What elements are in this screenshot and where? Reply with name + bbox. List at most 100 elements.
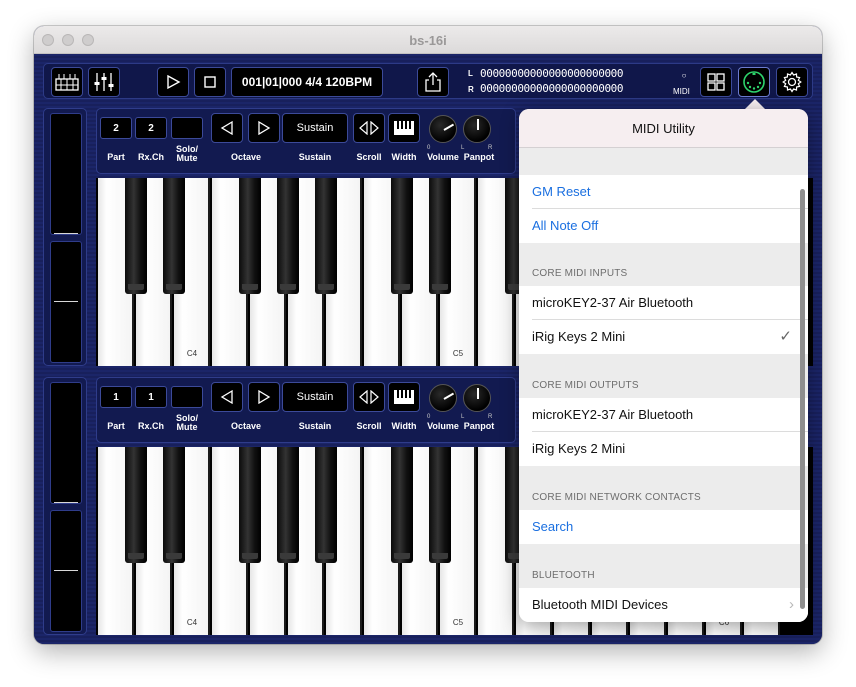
scroll-button[interactable] xyxy=(353,113,385,143)
octave-label: Octave xyxy=(230,152,262,162)
volume-knob[interactable] xyxy=(429,384,457,412)
width-label: Width xyxy=(391,152,417,162)
sustain-button[interactable]: Sustain xyxy=(282,382,348,412)
mixer-button[interactable] xyxy=(88,67,120,97)
gear-icon xyxy=(782,71,802,93)
modulation-strip[interactable] xyxy=(50,241,82,363)
keyboard-view-button[interactable] xyxy=(51,67,83,97)
octave-up-button[interactable] xyxy=(248,113,280,143)
scroll-label: Scroll xyxy=(356,421,382,431)
volume-knob[interactable] xyxy=(429,115,457,143)
bluetooth-devices-item[interactable]: Bluetooth MIDI Devices › xyxy=(519,588,808,622)
black-key[interactable] xyxy=(391,178,413,294)
black-key[interactable] xyxy=(125,447,147,563)
stop-button[interactable] xyxy=(194,67,226,97)
key-label-c5: C5 xyxy=(452,349,464,358)
triangle-right-icon xyxy=(258,390,271,404)
level-meter-left: 00000000000000000000000 xyxy=(480,68,624,80)
pitch-bend-strip[interactable] xyxy=(50,113,82,235)
key-label-c5: C5 xyxy=(452,618,464,627)
popover-list: GM Reset All Note Off CORE MIDI INPUTS m… xyxy=(519,148,808,622)
gm-reset-button[interactable]: GM Reset xyxy=(519,175,808,209)
midi-input-item[interactable]: microKEY2-37 Air Bluetooth xyxy=(519,286,808,320)
play-button[interactable] xyxy=(157,67,189,97)
panpot-knob[interactable] xyxy=(463,115,491,143)
scroll-button[interactable] xyxy=(353,382,385,412)
share-icon xyxy=(425,72,441,92)
rx-channel-field[interactable]: 1 xyxy=(135,386,167,408)
part-controls: 1 1 Sustain 0 L R Part Rx.Ch Solo/ Mute … xyxy=(96,377,516,443)
inputs-section-header: CORE MIDI INPUTS xyxy=(532,268,628,279)
midi-input-item[interactable]: iRig Keys 2 Mini ✓ xyxy=(519,320,808,354)
midi-activity-indicator: ○ xyxy=(681,71,687,80)
bluetooth-section-header: BLUETOOTH xyxy=(532,570,595,581)
part-label: Part xyxy=(107,152,125,162)
midi-label: MIDI xyxy=(673,87,690,96)
panpot-label: Panpot xyxy=(463,421,495,431)
mute-label: Mute xyxy=(176,153,198,163)
level-meter-right: 00000000000000000000000 xyxy=(480,83,624,95)
popover-scrollbar[interactable] xyxy=(800,189,805,609)
black-key[interactable] xyxy=(239,178,261,294)
part-number-field[interactable]: 1 xyxy=(100,386,132,408)
solo-mute-button[interactable] xyxy=(171,117,203,139)
scroll-label: Scroll xyxy=(356,152,382,162)
part-number-field[interactable]: 2 xyxy=(100,117,132,139)
popover-title: MIDI Utility xyxy=(519,109,808,148)
window-title: bs-16i xyxy=(409,33,447,48)
midi-input-label: iRig Keys 2 Mini xyxy=(532,329,626,344)
black-key[interactable] xyxy=(163,447,185,563)
black-key[interactable] xyxy=(239,447,261,563)
octave-up-button[interactable] xyxy=(248,382,280,412)
octave-down-button[interactable] xyxy=(211,113,243,143)
volume-scale-label: 0 xyxy=(427,145,431,151)
panpot-l-label: L xyxy=(461,414,465,420)
song-position-display[interactable]: 001|01|000 4/4 120BPM xyxy=(231,67,383,97)
rx-ch-label: Rx.Ch xyxy=(137,421,164,431)
rx-ch-label: Rx.Ch xyxy=(137,152,164,162)
octave-down-button[interactable] xyxy=(211,382,243,412)
octave-label: Octave xyxy=(230,421,262,431)
part-sidebar xyxy=(43,377,87,635)
title-bar: bs-16i xyxy=(34,26,822,54)
all-note-off-button[interactable]: All Note Off xyxy=(519,209,808,243)
black-key[interactable] xyxy=(315,178,337,294)
black-key[interactable] xyxy=(315,447,337,563)
network-search-button[interactable]: Search xyxy=(519,510,808,544)
black-key[interactable] xyxy=(277,178,299,294)
pitch-bend-strip[interactable] xyxy=(50,382,82,504)
toolbar: 001|01|000 4/4 120BPM L R 00000000000000… xyxy=(43,63,813,99)
panpot-knob[interactable] xyxy=(463,384,491,412)
volume-label: Volume xyxy=(427,152,459,162)
network-section-header: CORE MIDI NETWORK CONTACTS xyxy=(532,492,701,503)
panpot-l-label: L xyxy=(461,145,465,151)
solo-mute-button[interactable] xyxy=(171,386,203,408)
grid-view-button[interactable] xyxy=(700,67,732,97)
midi-output-item[interactable]: microKEY2-37 Air Bluetooth xyxy=(519,398,808,432)
piano-keys-icon xyxy=(394,390,414,404)
black-key[interactable] xyxy=(429,178,451,294)
black-key[interactable] xyxy=(429,447,451,563)
sustain-label: Sustain xyxy=(298,421,332,431)
settings-button[interactable] xyxy=(776,67,808,97)
volume-label: Volume xyxy=(427,421,459,431)
outputs-section-header: CORE MIDI OUTPUTS xyxy=(532,380,639,391)
meter-left-label: L xyxy=(468,69,473,78)
modulation-strip[interactable] xyxy=(50,510,82,632)
sustain-button[interactable]: Sustain xyxy=(282,113,348,143)
black-key[interactable] xyxy=(391,447,413,563)
black-key[interactable] xyxy=(125,178,147,294)
triangle-right-icon xyxy=(258,121,271,135)
width-button[interactable] xyxy=(388,113,420,143)
rx-channel-field[interactable]: 2 xyxy=(135,117,167,139)
midi-output-item[interactable]: iRig Keys 2 Mini xyxy=(519,432,808,466)
share-button[interactable] xyxy=(417,67,449,97)
panpot-r-label: R xyxy=(488,414,493,420)
black-key[interactable] xyxy=(163,178,185,294)
midi-utility-button[interactable] xyxy=(738,67,770,97)
black-key[interactable] xyxy=(277,447,299,563)
width-button[interactable] xyxy=(388,382,420,412)
part-controls: 2 2 Sustain 0 L R Part Rx.Ch Solo/ Mute … xyxy=(96,108,516,174)
play-icon xyxy=(167,74,181,90)
key-label-c4: C4 xyxy=(186,618,198,627)
